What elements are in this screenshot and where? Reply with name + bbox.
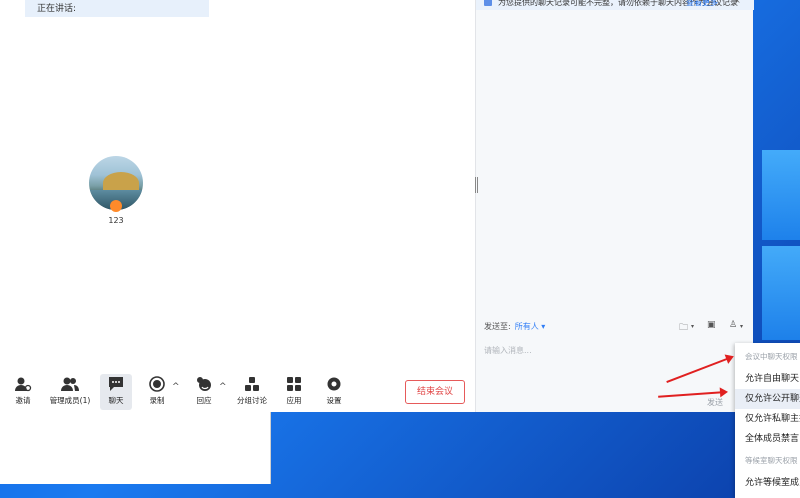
chat-button[interactable]: 聊天	[100, 374, 132, 410]
chat-message-input[interactable]: 请输入消息...	[484, 345, 532, 356]
record-icon	[149, 376, 165, 392]
host-badge-icon	[110, 200, 122, 212]
folder-chevron-down-icon[interactable]: ▾	[691, 323, 694, 330]
chat-notice-bar: 为您提供的聊天记录可能不完整，请勿依赖于聊天内容作为会议记录 查看更多 ×	[476, 0, 754, 10]
option-mute-all[interactable]: 全体成员禁言	[735, 429, 800, 449]
breakout-label: 分组讨论	[237, 396, 267, 405]
send-to-row: 发送至: 所有人 ▾	[484, 321, 545, 332]
manage-members-button[interactable]: 管理成员(1)	[46, 374, 94, 410]
chat-label: 聊天	[108, 396, 124, 405]
breakout-button[interactable]: 分组讨论	[234, 374, 270, 410]
close-icon[interactable]: ×	[734, 0, 741, 5]
settings-icon	[327, 377, 341, 391]
meeting-toolbar: 邀请 管理成员(1) 聊天 录制 ^ 回应 ^ 分组讨论 应用 设置	[0, 370, 475, 412]
option-private-chat-host-only[interactable]: 仅允许私聊主持人	[735, 409, 800, 429]
apps-label: 应用	[286, 396, 302, 405]
reaction-chevron-up-icon[interactable]: ^	[219, 382, 227, 392]
record-button[interactable]: 录制	[143, 374, 171, 410]
members-label: 管理成员(1)	[49, 396, 91, 405]
reaction-icon	[197, 377, 211, 391]
option-allow-free-chat[interactable]: 允许自由聊天	[735, 369, 800, 389]
screenshot-icon[interactable]: ▣	[707, 320, 716, 330]
settings-label: 设置	[326, 396, 342, 405]
folder-icon[interactable]: 🗀	[679, 320, 688, 336]
members-icon	[61, 377, 79, 391]
breakout-icon	[245, 377, 259, 391]
invite-icon	[15, 377, 32, 392]
windows-logo	[752, 150, 800, 340]
option-waiting-room-private-chat[interactable]: 允许等候室成员私聊主持人	[735, 473, 800, 493]
speaking-indicator: 正在讲话:	[25, 0, 209, 17]
chat-permission-dropdown: 会议中聊天权限 允许自由聊天 仅允许公开聊天 仅允许私聊主持人 全体成员禁言 等…	[735, 343, 800, 498]
chat-icon	[109, 377, 123, 391]
permission-chevron-down-icon[interactable]: ▾	[740, 323, 743, 330]
record-chevron-up-icon[interactable]: ^	[172, 382, 180, 392]
option-public-chat-only[interactable]: 仅允许公开聊天	[735, 389, 800, 409]
participant-tile[interactable]: 123	[89, 156, 143, 225]
meeting-window: 正在讲话: 123 邀请 管理成员(1) 聊天 录制 ^ 回应 ^ 分组讨论 应…	[0, 0, 475, 412]
settings-button[interactable]: 设置	[320, 374, 348, 410]
apps-icon	[287, 377, 301, 391]
invite-button[interactable]: 邀请	[8, 374, 38, 410]
chat-tools: 🗀 ▾ ▣ ♙ ▾	[679, 320, 749, 334]
apps-button[interactable]: 应用	[280, 374, 308, 410]
chat-panel: 为您提供的聊天记录可能不完整，请勿依赖于聊天内容作为会议记录 查看更多 × 发送…	[475, 0, 754, 412]
participant-name: 123	[108, 216, 124, 225]
chat-permission-user-icon[interactable]: ♙	[729, 320, 737, 330]
send-to-target-select[interactable]: 所有人 ▾	[515, 322, 546, 331]
dropdown-header-meeting-chat: 会议中聊天权限	[745, 352, 798, 361]
end-meeting-button[interactable]: 结束会议	[405, 380, 465, 404]
invite-label: 邀请	[15, 396, 31, 405]
panel-splitter-handle[interactable]	[475, 177, 478, 193]
send-button[interactable]: 发送	[707, 397, 723, 408]
record-label: 录制	[149, 396, 165, 405]
chat-notice-more-link[interactable]: 查看更多	[686, 0, 718, 8]
send-to-label: 发送至:	[484, 322, 511, 331]
megaphone-icon	[484, 0, 492, 6]
reaction-label: 回应	[196, 396, 212, 405]
background-window	[0, 412, 271, 484]
dropdown-header-waiting-room: 等候室聊天权限	[745, 456, 798, 465]
reaction-button[interactable]: 回应	[190, 374, 218, 410]
